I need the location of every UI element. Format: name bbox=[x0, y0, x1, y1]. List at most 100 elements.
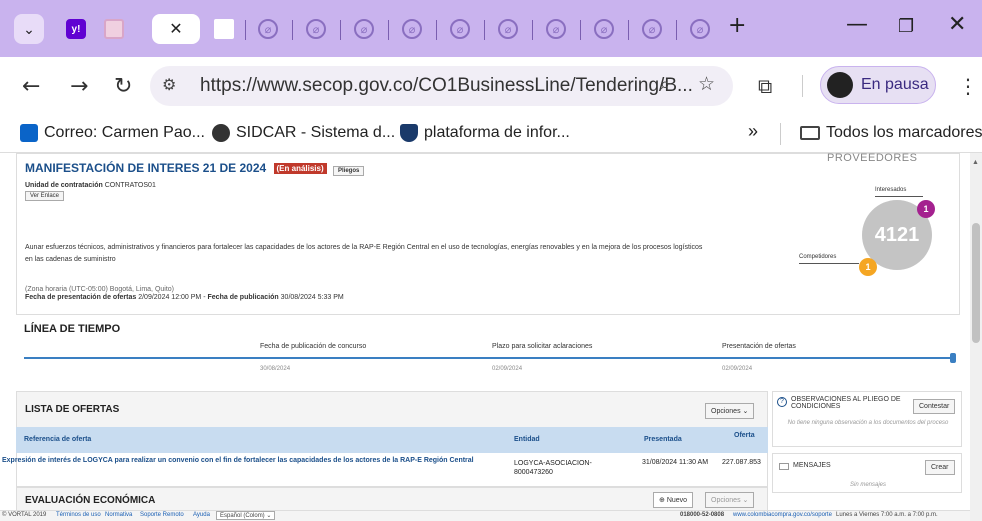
offer-entity: LOGYCA-ASOCIACION-8000473260 bbox=[514, 460, 592, 476]
contestar-button[interactable]: Contestar bbox=[913, 399, 956, 414]
interesados-dot[interactable]: 1 bbox=[917, 200, 935, 218]
offer-reference-link[interactable]: Expresión de interés de LOGYCA para real… bbox=[2, 456, 492, 465]
column-header[interactable]: Referencia de oferta bbox=[24, 436, 91, 443]
close-window-button[interactable]: ✕ bbox=[948, 12, 966, 37]
tab-strip: ⌄ y! ✕ ⌀ ⌀ ⌀ ⌀ ⌀ ⌀ ⌀ ⌀ ⌀ ⌀ + — ❐ ✕ bbox=[0, 0, 982, 57]
reload-icon[interactable]: ↻ bbox=[114, 74, 132, 99]
blank-tab-icon[interactable] bbox=[214, 19, 234, 39]
new-tab-button[interactable]: + bbox=[728, 13, 746, 38]
timeline-event-date: 02/09/2024 bbox=[722, 366, 753, 372]
mail-icon bbox=[779, 463, 789, 470]
providers-total: 4121 bbox=[874, 223, 920, 246]
profile-button[interactable]: En pausa bbox=[820, 66, 936, 104]
competidores-line bbox=[799, 263, 859, 264]
extensions-icon[interactable]: ⧉ bbox=[758, 74, 772, 98]
offers-options-button[interactable]: Opciones ⌄ bbox=[705, 403, 755, 419]
observations-empty: No tiene ninguna observación a los docum… bbox=[787, 420, 949, 426]
scroll-up-icon[interactable]: ▲ bbox=[972, 159, 979, 166]
footer-link[interactable]: Ayuda bbox=[193, 512, 210, 518]
globe-icon[interactable]: ⌀ bbox=[354, 19, 374, 39]
tab-separator bbox=[532, 20, 533, 40]
process-description: Aunar esfuerzos técnicos, administrativo… bbox=[25, 244, 703, 263]
table-row[interactable]: Expresión de interés de LOGYCA para real… bbox=[2, 454, 768, 480]
globe-icon[interactable]: ⌀ bbox=[450, 19, 470, 39]
page-footer: © VORTAL 2019 Términos de uso Normativa … bbox=[0, 510, 970, 521]
footer-link[interactable]: Normativa bbox=[105, 512, 132, 518]
dates-text: Fecha de presentación de ofertas 2/09/20… bbox=[25, 294, 344, 301]
globe-icon[interactable]: ⌀ bbox=[594, 19, 614, 39]
evaluation-panel: EVALUACIÓN ECONÓMICA ⊕ Nuevo Opciones ⌄ bbox=[16, 487, 768, 510]
bookmark-plataforma[interactable]: plataforma de infor... bbox=[400, 124, 570, 142]
competidores-label: Competidores bbox=[799, 254, 837, 260]
support-link[interactable]: www.colombiacompra.gov.co/soporte bbox=[733, 512, 832, 518]
timeline-event-label: Plazo para solicitar aclaraciones bbox=[492, 343, 593, 350]
messages-empty: Sin mensajes bbox=[849, 482, 887, 488]
offer-presented: 31/08/2024 11:30 AM bbox=[642, 459, 709, 466]
minimize-button[interactable]: — bbox=[846, 12, 868, 37]
bookmark-label: plataforma de infor... bbox=[424, 124, 570, 141]
pliegos-button[interactable]: Pliegos bbox=[332, 166, 365, 176]
tab-icon[interactable] bbox=[104, 19, 124, 39]
tab-separator bbox=[436, 20, 437, 40]
competidores-dot[interactable]: 1 bbox=[859, 258, 877, 276]
scrollbar-thumb[interactable] bbox=[972, 223, 980, 343]
contracting-unit: Unidad de contratación CONTRATOS01 bbox=[25, 182, 156, 189]
offers-header bbox=[17, 392, 767, 428]
globe-icon[interactable]: ⌀ bbox=[306, 19, 326, 39]
column-header[interactable]: Oferta bbox=[734, 432, 755, 439]
tab-separator bbox=[340, 20, 341, 40]
interesados-line bbox=[875, 196, 923, 197]
evaluation-options-button[interactable]: Opciones ⌄ bbox=[705, 492, 755, 508]
menu-kebab-icon[interactable]: ⋮ bbox=[958, 74, 978, 98]
globe-icon[interactable]: ⌀ bbox=[642, 19, 662, 39]
tab-search-button[interactable]: ⌄ bbox=[14, 14, 44, 44]
page-content: MANIFESTACIÓN DE INTERES 21 DE 2024 (En … bbox=[0, 153, 970, 510]
more-bookmarks-button[interactable]: » bbox=[748, 121, 758, 142]
tab-separator bbox=[628, 20, 629, 40]
forward-arrow-icon[interactable]: → bbox=[70, 74, 88, 99]
offers-title: LISTA DE OFERTAS bbox=[25, 404, 120, 415]
globe-icon[interactable]: ⌀ bbox=[498, 19, 518, 39]
nuevo-button[interactable]: ⊕ Nuevo bbox=[653, 492, 694, 508]
column-header[interactable]: Presentada bbox=[644, 436, 682, 443]
back-arrow-icon[interactable]: ← bbox=[22, 74, 40, 99]
footer-link[interactable]: Términos de uso bbox=[56, 512, 101, 518]
toolbar-separator bbox=[802, 75, 803, 97]
bookmark-sidcar[interactable]: SIDCAR - Sistema d... bbox=[212, 124, 395, 142]
shield-icon bbox=[400, 124, 418, 142]
bookmark-outlook[interactable]: Correo: Carmen Pao... bbox=[20, 124, 205, 142]
zoom-icon[interactable]: ⌕ bbox=[660, 74, 670, 95]
url-text[interactable]: https://www.secop.gov.co/CO1BusinessLine… bbox=[200, 75, 693, 97]
support-hours: Lunes a Viernes 7:00 a.m. a 7:00 p.m. bbox=[836, 512, 938, 518]
all-bookmarks-button[interactable]: Todos los marcadores bbox=[800, 124, 982, 142]
bookmarks-bar: Correo: Carmen Pao... SIDCAR - Sistema d… bbox=[0, 115, 982, 153]
site-settings-icon[interactable]: ⚙ bbox=[162, 75, 176, 95]
restore-button[interactable]: ❐ bbox=[898, 16, 914, 37]
timeline-end-marker bbox=[950, 353, 956, 363]
messages-panel: MENSAJES Crear Sin mensajes bbox=[772, 453, 962, 493]
globe-icon[interactable]: ⌀ bbox=[546, 19, 566, 39]
ver-enlace-button[interactable]: Ver Enlace bbox=[25, 191, 65, 201]
address-bar[interactable]: ⚙ https://www.secop.gov.co/CO1BusinessLi… bbox=[150, 66, 733, 106]
tab-separator bbox=[245, 20, 246, 40]
globe-icon[interactable]: ⌀ bbox=[258, 19, 278, 39]
tab-separator bbox=[676, 20, 677, 40]
globe-icon bbox=[212, 124, 230, 142]
observations-title: OBSERVACIONES AL PLIEGO DE CONDICIONES bbox=[791, 396, 901, 410]
active-tab-close-icon[interactable]: ✕ bbox=[152, 14, 200, 44]
footer-link[interactable]: Soporte Remoto bbox=[140, 512, 184, 518]
globe-icon[interactable]: ⌀ bbox=[402, 19, 422, 39]
column-header[interactable]: Entidad bbox=[514, 436, 540, 443]
crear-button[interactable]: Crear bbox=[925, 460, 955, 475]
evaluation-title: EVALUACIÓN ECONÓMICA bbox=[25, 495, 156, 506]
globe-icon[interactable]: ⌀ bbox=[690, 19, 710, 39]
profile-status-label: En pausa bbox=[861, 76, 929, 93]
bookmark-star-icon[interactable]: ☆ bbox=[698, 73, 715, 96]
language-select[interactable]: Español (Colom) ⌄ bbox=[216, 511, 276, 520]
chevron-down-icon: ⌄ bbox=[23, 20, 35, 37]
yahoo-tab-icon[interactable]: y! bbox=[66, 19, 86, 39]
page-scrollbar[interactable]: ▲ bbox=[970, 153, 982, 521]
avatar bbox=[827, 72, 853, 98]
process-summary-card: MANIFESTACIÓN DE INTERES 21 DE 2024 (En … bbox=[16, 153, 960, 315]
offer-value: 227.087.853 bbox=[722, 459, 761, 466]
